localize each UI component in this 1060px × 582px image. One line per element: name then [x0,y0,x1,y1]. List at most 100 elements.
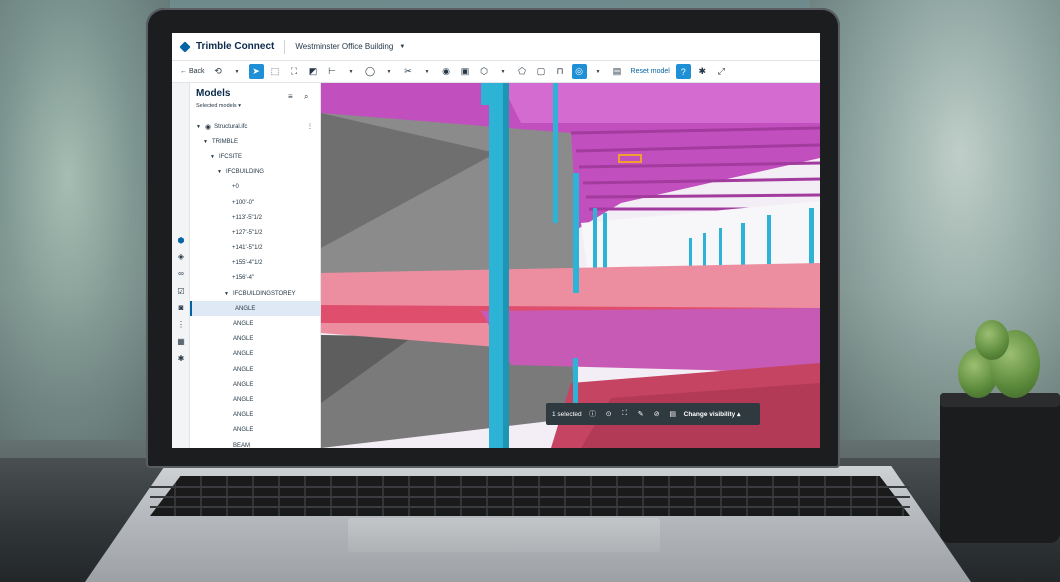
fullscreen-icon[interactable]: ⤢ [714,64,729,79]
tree-row[interactable]: ▼ TRIMBLE [190,134,320,149]
help-icon[interactable]: ? [675,64,691,79]
chevron-down-icon[interactable]: ▼ [230,64,245,79]
cube-icon[interactable]: ⬢ [176,235,186,245]
zoom-to-icon[interactable]: ⊙ [604,410,614,418]
shape-icon[interactable]: ◯ [363,64,378,79]
tree-row-label: IFCBUILDING [225,169,264,176]
sidebar-icon-strip: ⬢ ◈ ∞ ☑ ◙ ⋮ ▦ ✱ [172,83,190,448]
tree-row[interactable]: ▼ IFCSITE [190,149,320,164]
chevron-down-icon[interactable]: ▼ [591,64,606,79]
tree-row[interactable]: +113'-5"1/2 [190,210,320,225]
tree-row-label: ANGLE [233,381,254,388]
tree-row[interactable]: +127'-5"1/2 [190,225,320,240]
tree-row-label: +141'-5"1/2 [232,245,263,252]
box-select-icon[interactable]: ⬚ [268,64,283,79]
floor-slab-underside [481,308,820,373]
checklist-icon[interactable]: ☑ [176,286,186,296]
gear-icon[interactable]: ✱ [176,353,186,363]
table-icon[interactable]: ▦ [176,336,186,346]
layers-icon[interactable]: ◈ [176,251,186,261]
plant-pot [940,393,1060,543]
model-tree: ▼ ◉ Structural.ifc ⋮ ▼ TRIMBLE ▼ IFCSITE ▼ IFCBUI… [190,119,320,448]
select-icon[interactable]: ➤ [248,64,264,79]
tree-row[interactable]: ANGLE [190,377,320,392]
caret-down-icon[interactable]: ▼ [203,139,208,145]
selected-models-dropdown[interactable]: Selected models ▾ [196,103,241,109]
tree-row-label: ANGLE [233,412,254,419]
isolate-icon[interactable]: ⛶ [620,410,630,418]
measure-icon[interactable]: ⊢ [325,64,340,79]
rotate-icon[interactable]: ⟲ [211,64,226,79]
section-icon[interactable]: ◩ [306,64,321,79]
comment-icon[interactable]: ⬠ [515,64,530,79]
tree-row[interactable]: BEAM [190,438,320,448]
tree-row[interactable]: +156'-4" [190,271,320,286]
snapshot-icon[interactable]: ◉ [439,64,454,79]
clip-box-icon[interactable]: ▢ [534,64,549,79]
search-icon[interactable]: ⌕ [304,92,308,102]
tree-row-label: IFCBUILDINGSTOREY [232,290,296,297]
tree-row-label: ANGLE [233,366,254,373]
chevron-down-icon[interactable]: ▼ [399,44,405,50]
reset-model-button[interactable]: Reset model [629,68,672,75]
sort-icon[interactable]: ≡ [288,92,293,101]
chevron-down-icon[interactable]: ▼ [496,64,511,79]
chevron-down-icon[interactable]: ▼ [344,64,359,79]
panel-title: Models [196,88,231,99]
tree-row[interactable]: ANGLE [190,332,320,347]
paint-icon[interactable]: ✎ [636,410,646,418]
eye-icon[interactable]: ◉ [205,123,211,131]
tree-row[interactable]: ANGLE [190,423,320,438]
frame-icon[interactable]: ⛶ [287,64,302,79]
link-icon[interactable]: ∞ [176,268,186,278]
tree-row-label: +113'-5"1/2 [232,214,263,221]
info-icon[interactable]: ⓘ [588,409,598,419]
tree-row[interactable]: ANGLE [190,301,320,317]
project-name[interactable]: Westminster Office Building [295,42,393,51]
header-divider [284,39,286,54]
tree-row-label: ANGLE [233,427,254,434]
chevron-down-icon[interactable]: ▼ [382,64,397,79]
lock-icon[interactable]: ⊓ [553,64,568,79]
properties-icon[interactable]: ▤ [668,410,678,418]
chevron-down-icon[interactable]: ▼ [420,64,435,79]
tree-row-label: ANGLE [233,396,254,403]
bim-model-render [321,83,820,448]
3d-viewport[interactable]: 1 selected ⓘ ⊙ ⛶ ✎ ⊘ ▤ Change visibility… [321,83,820,448]
tree-icon[interactable]: ⋮ [176,319,186,329]
hide-icon[interactable]: ⊘ [652,410,662,418]
selected-models-label: Selected models [196,103,237,109]
tree-row[interactable]: +141'-5"1/2 [190,241,320,256]
tree-row-label: +0 [232,184,239,191]
grid-icon[interactable]: ▤ [610,64,625,79]
tree-row[interactable]: ▼ IFCBUILDINGSTOREY [190,286,320,301]
plant-pot-rim [940,393,1060,407]
tree-row[interactable]: ▼ IFCBUILDING [190,165,320,180]
more-options-icon[interactable]: ⋮ [307,123,313,130]
back-button[interactable]: ← Back [178,68,207,75]
caret-down-icon[interactable]: ▼ [224,291,229,297]
secondary-column [573,173,579,293]
caret-down-icon[interactable]: ▼ [196,124,201,130]
tree-row[interactable]: ANGLE [190,347,320,362]
tree-row[interactable]: +100'-0" [190,195,320,210]
selection-count: 1 selected [552,410,582,418]
main-column-side [503,83,509,448]
tree-row[interactable]: ANGLE [190,316,320,331]
tree-row[interactable]: ANGLE [190,362,320,377]
tree-row-label: BEAM [233,442,251,448]
settings-icon[interactable]: ✱ [695,64,710,79]
tree-row[interactable]: +155'-4"1/2 [190,256,320,271]
change-visibility-button[interactable]: Change visibility ▴ [684,410,741,418]
tree-row[interactable]: ANGLE [190,408,320,423]
tree-row[interactable]: ▼ ◉ Structural.ifc ⋮ [190,119,320,134]
camera-icon[interactable]: ◙ [176,302,186,312]
tree-row[interactable]: ANGLE [190,392,320,407]
clip-icon[interactable]: ✂ [401,64,416,79]
tree-row[interactable]: +0 [190,180,320,195]
cube-icon[interactable]: ⬡ [477,64,492,79]
eye-icon[interactable]: ◎ [571,64,587,79]
caret-down-icon[interactable]: ▼ [210,154,215,160]
caret-down-icon[interactable]: ▼ [217,169,222,175]
markup-icon[interactable]: ▣ [458,64,473,79]
